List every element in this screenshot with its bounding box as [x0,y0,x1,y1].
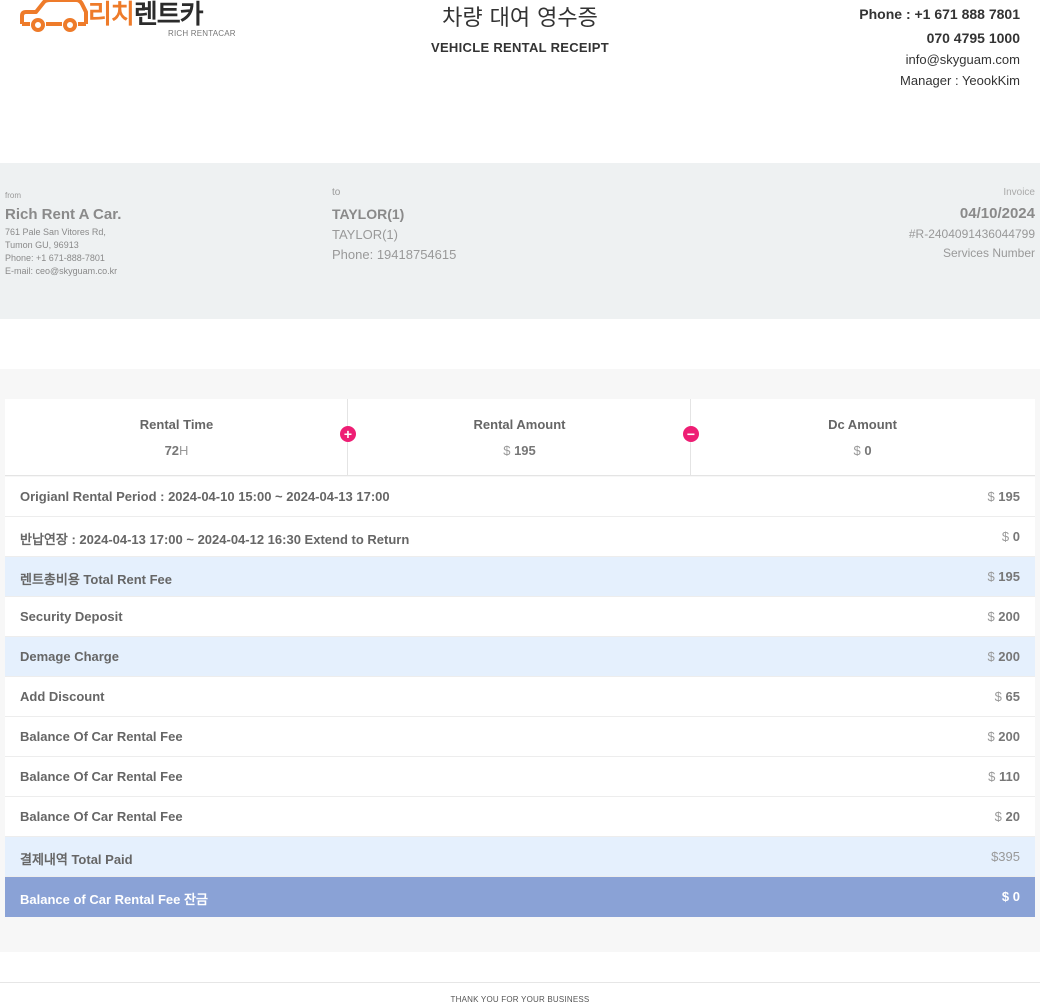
fee-breakdown-list: Origianl Rental Period : 2024-04-10 15:0… [5,477,1035,917]
rental-time-unit: H [179,443,189,458]
receipt-header: 리치렌트카 RICH RENTACAR 차량 대여 영수증 VEHICLE RE… [0,0,1040,110]
row-label: Add Discount [20,689,105,704]
row-amount: $ 195 [987,569,1020,584]
dc-amount-currency: $ [853,443,861,458]
row-currency: $ [994,689,1002,704]
rental-time-label: Rental Time [139,417,214,432]
rental-amount-number: 195 [514,443,536,458]
row-amount: $ 65 [995,689,1020,704]
list-item: Origianl Rental Period : 2024-04-10 15:0… [5,477,1035,517]
from-address-line-1: 761 Pale San Vitores Rd, [5,227,106,237]
from-label: from [5,191,21,200]
row-amount: $ 200 [987,609,1020,624]
rental-amount-column: Rental Amount $ 195 [348,399,691,475]
list-item: 반납연장 : 2024-04-13 17:00 ~ 2024-04-12 16:… [5,517,1035,557]
row-label: Demage Charge [20,649,119,664]
rental-amount-label: Rental Amount [473,417,566,432]
row-amount: $ 110 [988,769,1020,784]
list-item: Add Discount $ 65 [5,677,1035,717]
row-currency: $ [987,569,995,584]
row-label: 반납연장 : 2024-04-13 17:00 ~ 2024-04-12 16:… [20,532,410,547]
row-amount: $ 200 [987,729,1020,744]
from-section: from Rich Rent A Car. 761 Pale San Vitor… [5,191,121,278]
dc-amount-label: Dc Amount [828,417,897,432]
row-amount: $ 20 [995,809,1020,824]
to-label: to [332,187,341,198]
footer-divider [0,982,1040,983]
row-currency: $ [987,489,995,504]
to-section: to TAYLOR(1) TAYLOR(1) Phone: 1941875461… [332,187,456,262]
row-value: 195 [998,569,1020,584]
from-email: E-mail: ceo@skyguam.co.kr [5,266,118,276]
row-currency: $ [987,609,995,624]
list-item: Balance Of Car Rental Fee $ 110 [5,757,1035,797]
to-customer-phone: Phone: 19418754615 [332,247,457,262]
rental-summary: Rental Time 72H + Rental Amount $ 195 − … [5,399,1035,476]
row-label: Balance of Car Rental Fee 잔금 [20,892,208,907]
row-value: 0 [1012,529,1020,544]
invoice-number: #R-2404091436044799 [908,227,1035,241]
invoice-label: Invoice [1003,187,1035,198]
contact-info: Phone : +1 671 888 7801 070 4795 1000 in… [859,6,1020,89]
row-currency: $ [1001,889,1010,904]
row-label: 결제내역 Total Paid [20,852,133,867]
row-value: 65 [1005,689,1020,704]
list-item: Balance Of Car Rental Fee $ 200 [5,717,1035,757]
footer-thank-you: THANK YOU FOR YOUR BUSINESS [450,995,590,1004]
to-customer-name-secondary: TAYLOR(1) [332,227,398,242]
dc-amount-number: 0 [864,443,872,458]
row-value: 200 [998,729,1020,744]
row-value: 195 [998,489,1020,504]
dc-amount-value: $ 0 [691,443,1034,458]
row-amount: $ 0 [1002,889,1020,904]
list-item: Balance Of Car Rental Fee $ 20 [5,797,1035,837]
to-customer-name: TAYLOR(1) [332,206,405,222]
invoice-date: 04/10/2024 [959,205,1035,222]
balance-total-row: Balance of Car Rental Fee 잔금 $ 0 [5,877,1035,917]
row-label: Balance Of Car Rental Fee [20,729,183,744]
row-value: 200 [998,609,1020,624]
row-label: 렌트총비용 Total Rent Fee [20,572,173,587]
billing-info-band: from Rich Rent A Car. 761 Pale San Vitor… [0,163,1040,319]
list-item: Security Deposit $ 200 [5,597,1035,637]
list-item: 렌트총비용 Total Rent Fee $ 195 [5,557,1035,597]
services-number-label: Services Number [942,246,1035,260]
rental-time-column: Rental Time 72H [5,399,348,475]
row-currency: $ [988,769,996,784]
row-label: Origianl Rental Period : 2024-04-10 15:0… [20,489,390,504]
contact-phone: Phone : +1 671 888 7801 [859,6,1020,22]
row-currency: $ [994,809,1002,824]
row-label: Balance Of Car Rental Fee [20,809,183,824]
row-value: 0 [1012,889,1020,904]
row-currency: $ [987,649,995,664]
contact-manager: Manager : YeookKim [900,73,1020,88]
row-value: 110 [999,769,1020,784]
list-item: 결제내역 Total Paid $395 [5,837,1035,877]
rental-amount-currency: $ [503,443,511,458]
contact-email: info@skyguam.com [905,52,1020,67]
receipt-details-panel: Rental Time 72H + Rental Amount $ 195 − … [0,369,1040,952]
row-value: 200 [998,649,1020,664]
invoice-section: Invoice 04/10/2024 #R-2404091436044799 S… [909,187,1035,260]
from-phone: Phone: +1 671-888-7801 [5,253,105,263]
row-label: Security Deposit [20,609,123,624]
row-currency: $ [987,729,995,744]
from-address-line-2: Tumon GU, 96913 [5,240,79,250]
row-amount: $ 200 [987,649,1020,664]
rental-amount-value: $ 195 [348,443,691,458]
dc-amount-column: Dc Amount $ 0 [691,399,1034,475]
row-label: Balance Of Car Rental Fee [20,769,183,784]
rental-time-value: 72H [5,443,348,458]
row-currency: $ [1001,529,1010,544]
list-item: Demage Charge $ 200 [5,637,1035,677]
row-amount: $ 195 [987,489,1020,504]
row-value: 395 [998,849,1020,864]
contact-phone-secondary: 070 4795 1000 [926,30,1020,46]
from-company-name: Rich Rent A Car. [5,206,122,223]
row-amount: $ 0 [1002,529,1020,544]
row-amount: $395 [991,849,1020,864]
row-value: 20 [1005,809,1020,824]
rental-time-number: 72 [164,443,180,458]
